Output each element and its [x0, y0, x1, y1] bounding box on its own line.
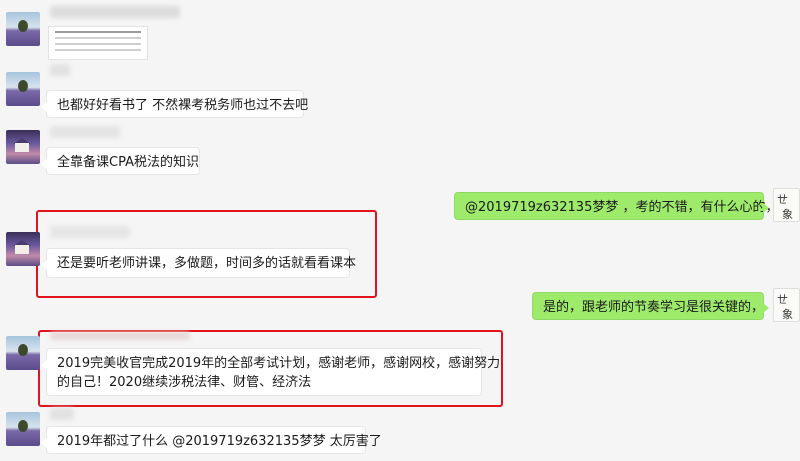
- message-line: 2019完美收官完成2019年的全部考试计划，感谢老师，感谢网校，感谢努力: [57, 356, 501, 371]
- message-bubble[interactable]: 还是要听老师讲课，多做题，时间多的话就看看课本: [41, 248, 356, 278]
- message-line: 的自己！2020继续涉税法律、财管、经济法: [57, 375, 312, 390]
- sender-nickname-blurred: [50, 332, 190, 340]
- message-bubble-self[interactable]: @2019719z632135梦梦 ，考的不错，有什么心的，: [454, 192, 778, 220]
- message-bubble-multiline[interactable]: 2019完美收官完成2019年的全部考试计划，感谢老师，感谢网校，感谢努力 的自…: [41, 348, 501, 396]
- sender-nickname-blurred: [50, 126, 120, 138]
- message-bubble-self[interactable]: 是的，跟老师的节奏学习是很关键的，: [532, 292, 769, 320]
- image-thumbnail[interactable]: [48, 26, 148, 60]
- message-bubble[interactable]: 2019年都过了什么 @2019719z632135梦梦 太厉害了: [41, 426, 382, 454]
- sender-nickname-blurred: [50, 6, 180, 18]
- message-bubble[interactable]: 也都好好看书了 不然裸考税务师也过不去吧: [41, 90, 308, 118]
- lavender-field-avatar-icon[interactable]: [6, 72, 40, 106]
- message-bubble[interactable]: 全靠备课CPA税法的知识: [41, 147, 200, 175]
- lavender-field-avatar-icon[interactable]: [6, 336, 40, 370]
- ink-calligraphy-avatar-icon[interactable]: ㄝ象: [773, 288, 800, 322]
- sender-nickname-blurred: [50, 64, 70, 76]
- sender-nickname-blurred: [50, 226, 130, 238]
- lavender-field-avatar-icon[interactable]: [6, 412, 40, 446]
- ink-calligraphy-avatar-icon[interactable]: ㄝ象: [773, 188, 800, 222]
- house-photo-avatar-icon[interactable]: [6, 130, 40, 164]
- lavender-field-avatar-icon[interactable]: [6, 12, 40, 46]
- sender-nickname-blurred: [50, 408, 74, 420]
- house-photo-avatar-icon[interactable]: [6, 232, 40, 266]
